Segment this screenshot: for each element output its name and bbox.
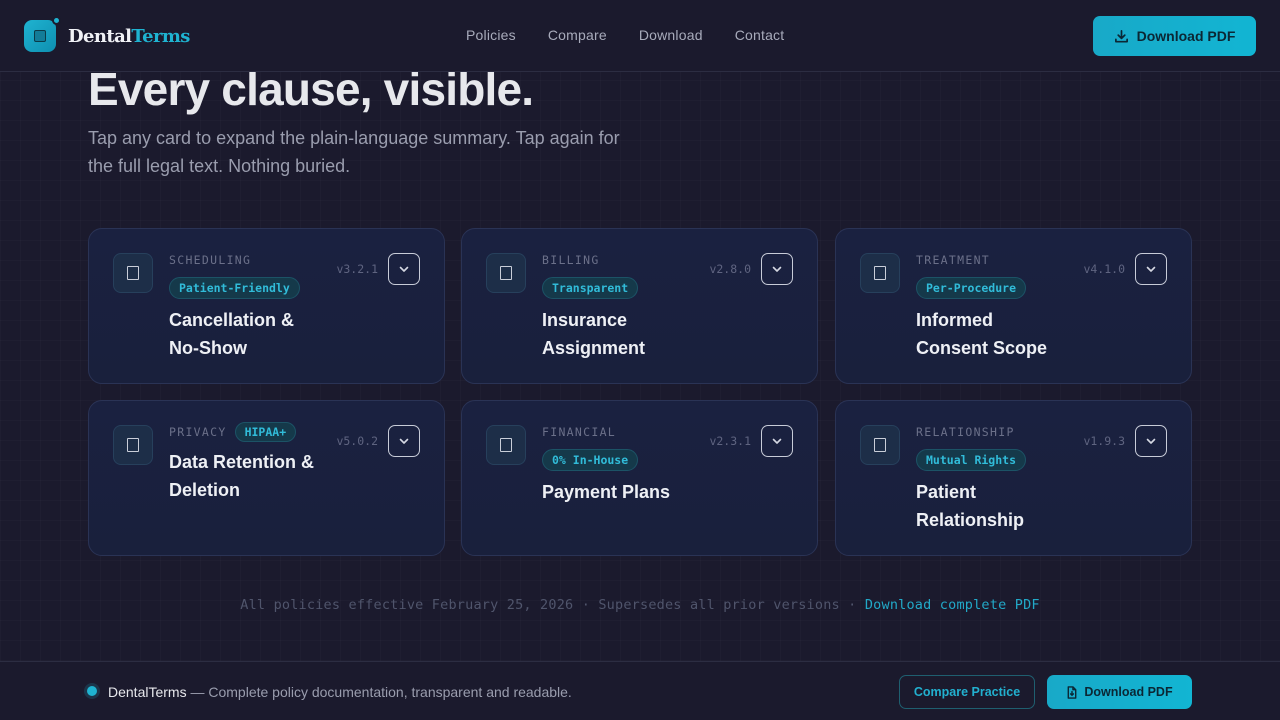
chevron-down-icon	[1146, 266, 1156, 272]
policy-card-billing[interactable]: BILLING Transparent Insurance Assignment…	[461, 228, 818, 384]
card-title-line1: Informed	[916, 310, 994, 330]
document-icon	[860, 425, 900, 465]
expand-button[interactable]	[761, 425, 793, 457]
card-title-line2: Relationship	[916, 510, 1025, 530]
document-icon	[486, 425, 526, 465]
card-version: v3.2.1	[336, 262, 378, 276]
bottom-download-label: Download PDF	[1084, 685, 1173, 699]
compare-practice-label: Compare Practice	[913, 685, 1021, 699]
logo-text-dental: Dental	[68, 25, 132, 47]
card-title: Cancellation & No-Show	[169, 306, 329, 362]
header-download-label: Download PDF	[1136, 28, 1236, 44]
bottom-bar: DentalTerms — Complete policy documentat…	[0, 661, 1280, 720]
card-version: v2.3.1	[709, 434, 751, 448]
logo[interactable]: DentalTerms	[24, 16, 190, 52]
nav-contact[interactable]: Contact	[735, 27, 785, 43]
document-icon	[860, 253, 900, 293]
nav-compare[interactable]: Compare	[548, 27, 607, 43]
card-title: Patient Relationship	[916, 478, 1076, 534]
expand-button[interactable]	[388, 253, 420, 285]
nav-download[interactable]: Download	[639, 27, 703, 43]
compare-practice-button[interactable]: Compare Practice	[899, 675, 1035, 709]
chevron-down-icon	[399, 266, 409, 272]
card-title-line2: No-Show	[169, 338, 247, 358]
card-title-line1: Patient	[916, 482, 977, 502]
top-header: DentalTerms Policies Compare Download Co…	[0, 0, 1280, 72]
document-icon	[113, 425, 153, 465]
card-category: PRIVACY	[169, 425, 227, 439]
card-category: TREATMENT	[916, 253, 991, 267]
main-nav: Policies Compare Download Contact	[466, 27, 784, 43]
policy-card-privacy[interactable]: PRIVACY HIPAA+ Data Retention & Deletion…	[88, 400, 445, 556]
card-version: v4.1.0	[1083, 262, 1125, 276]
bottom-description: DentalTerms — Complete policy documentat…	[108, 684, 572, 700]
logo-text-terms: Terms	[131, 25, 190, 47]
card-badge: Per-Procedure	[916, 277, 1027, 299]
document-icon	[113, 253, 153, 293]
card-category: FINANCIAL	[542, 425, 617, 439]
file-icon	[1067, 685, 1077, 699]
card-title-line2: Consent Scope	[916, 338, 1048, 358]
nav-policies[interactable]: Policies	[466, 27, 516, 43]
download-icon	[1114, 29, 1128, 42]
logo-icon	[24, 16, 61, 52]
card-version: v1.9.3	[1083, 434, 1125, 448]
bottom-brand: DentalTerms	[108, 684, 187, 700]
card-title-line2: Deletion	[169, 480, 241, 500]
card-title-line1: Payment Plans	[542, 482, 671, 502]
bottom-tagline: — Complete policy documentation, transpa…	[186, 684, 572, 700]
header-download-button[interactable]: Download PDF	[1093, 16, 1256, 56]
card-title: Informed Consent Scope	[916, 306, 1076, 362]
document-icon	[486, 253, 526, 293]
card-category: RELATIONSHIP	[916, 425, 1015, 439]
card-badge: Patient-Friendly	[169, 277, 300, 299]
card-title-line2: Assignment	[542, 338, 646, 358]
card-title-line1: Data Retention &	[169, 452, 315, 472]
card-badge: Mutual Rights	[916, 449, 1027, 471]
policy-card-treatment[interactable]: TREATMENT Per-Procedure Informed Consent…	[835, 228, 1192, 384]
expand-button[interactable]	[388, 425, 420, 457]
expand-button[interactable]	[1135, 253, 1167, 285]
policy-card-scheduling[interactable]: SCHEDULING Patient-Friendly Cancellation…	[88, 228, 445, 384]
policy-card-relationship[interactable]: RELATIONSHIP Mutual Rights Patient Relat…	[835, 400, 1192, 556]
card-badge: Transparent	[542, 277, 639, 299]
status-dot-icon	[87, 686, 97, 696]
page-subtitle: Tap any card to expand the plain-languag…	[88, 128, 620, 176]
card-title-line1: Cancellation &	[169, 310, 295, 330]
expand-button[interactable]	[761, 253, 793, 285]
card-title: Data Retention & Deletion	[169, 448, 339, 504]
download-complete-pdf-link[interactable]: Download complete PDF	[865, 597, 1040, 613]
card-version: v5.0.2	[336, 434, 378, 448]
chevron-down-icon	[772, 266, 782, 272]
effective-date-note: All policies effective February 25, 2026…	[0, 597, 1280, 613]
card-title: Insurance Assignment	[542, 306, 702, 362]
card-title: Payment Plans	[542, 478, 702, 506]
chevron-down-icon	[772, 438, 782, 444]
expand-button[interactable]	[1135, 425, 1167, 457]
chevron-down-icon	[399, 438, 409, 444]
note-text: All policies effective February 25, 2026…	[240, 597, 865, 613]
chevron-down-icon	[1146, 438, 1156, 444]
card-category: BILLING	[542, 253, 600, 267]
card-version: v2.8.0	[709, 262, 751, 276]
card-category: SCHEDULING	[169, 253, 252, 267]
card-badge: 0% In-House	[542, 449, 639, 471]
bottom-download-button[interactable]: Download PDF	[1047, 675, 1192, 709]
logo-text: DentalTerms	[68, 26, 190, 47]
card-badge: HIPAA+	[234, 422, 297, 442]
policy-card-financial[interactable]: FINANCIAL 0% In-House Payment Plans v2.3…	[461, 400, 818, 556]
card-title-line1: Insurance	[542, 310, 628, 330]
